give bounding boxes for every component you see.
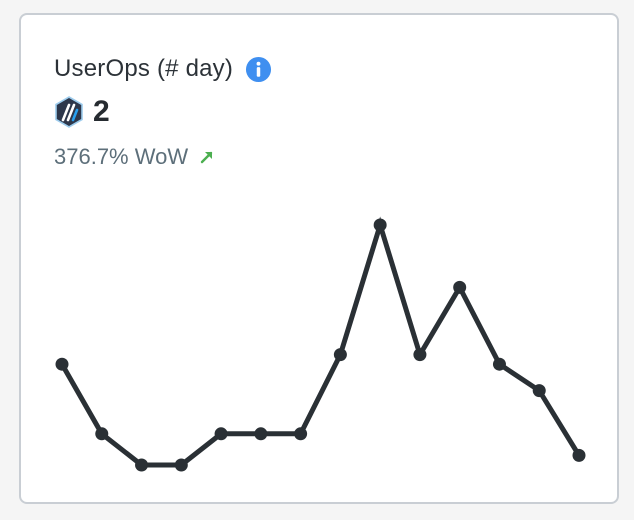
data-point-13[interactable] (532, 384, 546, 398)
data-point-1[interactable] (55, 357, 69, 371)
data-point-12[interactable] (492, 357, 506, 371)
data-point-2[interactable] (95, 427, 109, 441)
series-line (59, 216, 582, 468)
data-point-6[interactable] (254, 427, 268, 441)
data-point-7[interactable] (294, 427, 308, 441)
data-point-4[interactable] (174, 458, 188, 472)
data-point-3[interactable] (135, 458, 149, 472)
data-point-10[interactable] (413, 348, 427, 362)
userops-card: UserOps (# day) 2 376.7% WoW (19, 13, 619, 504)
data-point-9[interactable] (373, 218, 387, 232)
userops-line-chart (55, 216, 586, 472)
data-point-5[interactable] (214, 427, 228, 441)
data-point-11[interactable] (453, 280, 467, 294)
data-point-8[interactable] (333, 348, 347, 362)
data-point-14[interactable] (572, 448, 586, 462)
